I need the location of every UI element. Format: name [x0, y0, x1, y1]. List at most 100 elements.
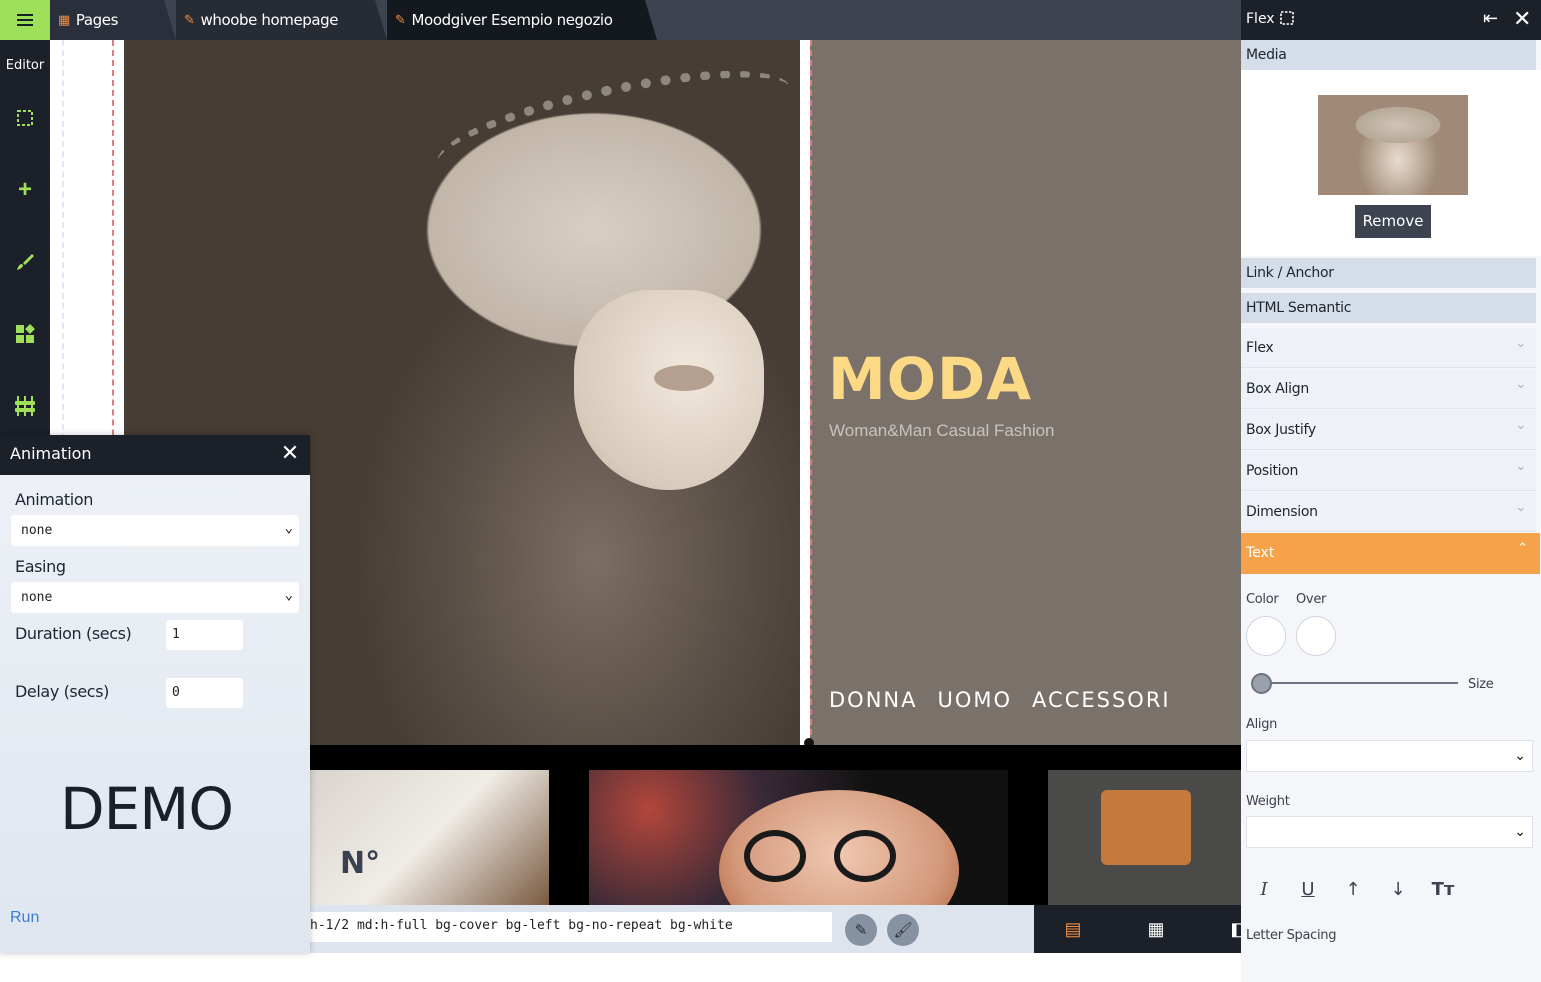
- hover-color-swatch[interactable]: [1296, 616, 1336, 656]
- document-icon[interactable]: ▤: [1063, 918, 1083, 940]
- underline-icon[interactable]: U: [1296, 878, 1320, 902]
- close-icon[interactable]: ✕: [278, 441, 302, 465]
- chevron-down-icon: ⌄: [284, 520, 293, 536]
- glasses-lens-left: [744, 830, 806, 882]
- italic-icon[interactable]: I: [1252, 878, 1276, 902]
- box-align-label: Box Align: [1246, 381, 1309, 397]
- pencil-icon: ✎: [395, 12, 406, 28]
- css-class-input[interactable]: h-1/2 md:h-full bg-cover bg-left bg-no-r…: [310, 912, 832, 942]
- position-label: Position: [1246, 463, 1299, 479]
- chevron-down-icon: ⌄: [1515, 459, 1526, 474]
- media-section-label: Media: [1246, 47, 1287, 63]
- box-justify-row[interactable]: Box Justify ⌄: [1241, 410, 1536, 450]
- nav-link-donna[interactable]: DONNA: [829, 688, 917, 712]
- size-slider-track[interactable]: [1262, 682, 1458, 684]
- arrow-up-icon[interactable]: ↑: [1341, 878, 1365, 902]
- weight-select[interactable]: ⌄: [1246, 816, 1533, 848]
- link-section-label: Link / Anchor: [1246, 265, 1334, 281]
- glasses-lens-right: [834, 830, 896, 882]
- rail-label: Editor: [5, 58, 45, 73]
- close-icon[interactable]: ✕: [1513, 6, 1531, 32]
- animation-panel: Animation ✕ Animation none ⌄ Easing none…: [0, 435, 310, 953]
- shirt-print: N°: [340, 846, 381, 881]
- letter-spacing-label: Letter Spacing: [1246, 928, 1337, 943]
- hero-title[interactable]: MODA: [828, 345, 1032, 413]
- text-size-icon[interactable]: Tт: [1431, 878, 1455, 902]
- easing-select-value: none: [21, 590, 53, 605]
- text-color-swatch[interactable]: [1246, 616, 1286, 656]
- edit-classes-button[interactable]: ✎: [845, 914, 877, 946]
- remove-media-button[interactable]: Remove: [1355, 205, 1431, 238]
- dimension-row[interactable]: Dimension ⌄: [1241, 492, 1536, 532]
- chevron-down-icon: ⌄: [1514, 747, 1526, 763]
- nav-link-accessori[interactable]: ACCESSORI: [1032, 688, 1171, 712]
- hero-subtitle[interactable]: Woman&Man Casual Fashion: [829, 421, 1055, 441]
- tree-icon[interactable]: [13, 394, 37, 418]
- tab-moodgiver-shop[interactable]: ✎ Moodgiver Esempio negozio: [387, 0, 657, 40]
- position-row[interactable]: Position ⌄: [1241, 451, 1536, 491]
- collapse-icon[interactable]: ⇤: [1483, 8, 1498, 29]
- brush-icon[interactable]: [13, 250, 37, 274]
- tab-whoobe-homepage[interactable]: ✎ whoobe homepage: [176, 0, 387, 40]
- media-thumbnail[interactable]: [1318, 95, 1468, 195]
- properties-title: Flex: [1246, 11, 1275, 27]
- chevron-down-icon: ⌄: [1515, 377, 1526, 392]
- chevron-down-icon: ⌄: [1514, 823, 1526, 839]
- hero-face: [574, 290, 764, 490]
- animation-panel-title: Animation: [10, 444, 92, 463]
- media-section-header[interactable]: Media: [1241, 40, 1536, 70]
- duration-input[interactable]: 1: [166, 620, 243, 650]
- pencil-icon: ✎: [184, 12, 195, 28]
- semantic-section-header[interactable]: HTML Semantic: [1241, 293, 1536, 323]
- selection-outline-right: [810, 40, 812, 745]
- properties-header: Flex ⇤ ✕: [1241, 0, 1541, 40]
- tab-pages[interactable]: ▦ Pages: [50, 0, 176, 40]
- blocks-icon[interactable]: [13, 322, 37, 346]
- edit-icon: ✎: [854, 922, 868, 939]
- chevron-down-icon: ⌄: [1515, 336, 1526, 351]
- delay-input[interactable]: 0: [166, 678, 243, 708]
- box-justify-label: Box Justify: [1246, 422, 1316, 438]
- chevron-down-icon: ⌄: [1515, 500, 1526, 515]
- arrow-down-icon[interactable]: ↓: [1386, 878, 1410, 902]
- duration-label: Duration (secs): [15, 624, 132, 643]
- color-label: Color: [1246, 592, 1279, 607]
- select-icon[interactable]: [13, 106, 37, 130]
- category-image-donna[interactable]: N°: [310, 770, 549, 905]
- dimension-label: Dimension: [1246, 504, 1318, 520]
- weight-label: Weight: [1246, 794, 1290, 809]
- link-section-header[interactable]: Link / Anchor: [1241, 258, 1536, 288]
- nav-link-uomo[interactable]: UOMO: [937, 688, 1012, 712]
- left-rail: Editor +: [0, 40, 50, 440]
- run-button[interactable]: Run: [10, 909, 39, 927]
- brush-icon: 🖌: [893, 922, 913, 939]
- tab-home-label: whoobe homepage: [200, 11, 339, 29]
- animation-select-value: none: [21, 523, 53, 538]
- chevron-down-icon: ⌄: [1515, 418, 1526, 433]
- chevron-up-icon: ⌃: [1517, 541, 1528, 556]
- align-select[interactable]: ⌄: [1246, 740, 1533, 772]
- hero-lips: [654, 365, 714, 391]
- category-image-accessori[interactable]: [1048, 770, 1241, 905]
- add-icon[interactable]: +: [13, 176, 37, 203]
- tab-pages-label: Pages: [75, 11, 119, 29]
- code-icon[interactable]: ◧: [1232, 918, 1241, 940]
- align-label: Align: [1246, 717, 1278, 732]
- grid-icon[interactable]: ▦: [1146, 918, 1166, 940]
- easing-select[interactable]: none ⌄: [11, 582, 299, 613]
- chevron-down-icon: ⌄: [284, 587, 293, 603]
- select-icon[interactable]: [1280, 11, 1296, 27]
- guide-line: [62, 40, 64, 440]
- pages-icon: ▦: [58, 12, 70, 28]
- hat-chain: [429, 48, 799, 202]
- animation-label: Animation: [15, 490, 93, 509]
- size-slider-handle[interactable]: [1251, 673, 1272, 694]
- style-button[interactable]: 🖌: [887, 914, 919, 946]
- text-section-header[interactable]: Text ⌃: [1241, 533, 1540, 574]
- menu-button[interactable]: [0, 0, 50, 40]
- category-image-uomo[interactable]: [589, 770, 1008, 905]
- leather-wallet: [1101, 790, 1191, 865]
- animation-select[interactable]: none ⌄: [11, 515, 299, 546]
- flex-row[interactable]: Flex ⌄: [1241, 328, 1536, 368]
- box-align-row[interactable]: Box Align ⌄: [1241, 369, 1536, 409]
